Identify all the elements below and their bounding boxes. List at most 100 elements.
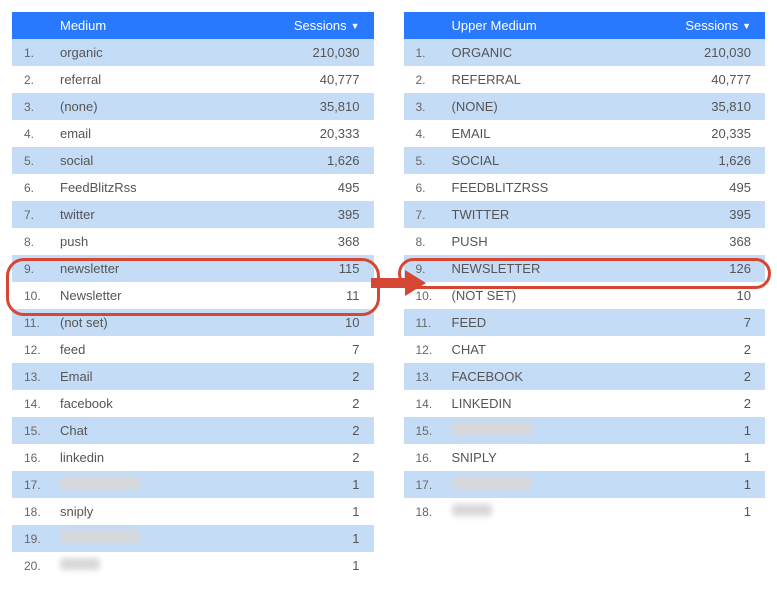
table-row[interactable]: 3.(NONE)35,810 bbox=[404, 93, 766, 120]
table-row[interactable]: 6.FeedBlitzRss495 bbox=[12, 174, 374, 201]
row-name: push bbox=[52, 228, 279, 255]
table-row[interactable]: 3.(none)35,810 bbox=[12, 93, 374, 120]
sessions-header[interactable]: Sessions ▼ bbox=[670, 12, 765, 39]
table-row[interactable]: 13.FACEBOOK2 bbox=[404, 363, 766, 390]
row-sessions: 1 bbox=[279, 525, 374, 552]
table-row[interactable]: 8.PUSH368 bbox=[404, 228, 766, 255]
sessions-header-label: Sessions bbox=[685, 18, 738, 33]
table-row[interactable]: 9.NEWSLETTER126 bbox=[404, 255, 766, 282]
table-row[interactable]: 17.1 bbox=[404, 471, 766, 498]
row-rank: 15. bbox=[404, 418, 444, 444]
table-row[interactable]: 4.email20,333 bbox=[12, 120, 374, 147]
table-row[interactable]: 14.facebook2 bbox=[12, 390, 374, 417]
table-row[interactable]: 9.newsletter115 bbox=[12, 255, 374, 282]
row-sessions: 368 bbox=[279, 228, 374, 255]
table-row[interactable]: 2.referral40,777 bbox=[12, 66, 374, 93]
row-sessions: 210,030 bbox=[279, 39, 374, 66]
row-rank: 9. bbox=[12, 256, 52, 282]
redacted-text bbox=[452, 423, 532, 435]
row-name bbox=[52, 471, 279, 498]
row-sessions: 2 bbox=[670, 363, 765, 390]
row-name: feed bbox=[52, 336, 279, 363]
row-name: Newsletter bbox=[52, 282, 279, 309]
row-name: TWITTER bbox=[444, 201, 671, 228]
row-name: (NONE) bbox=[444, 93, 671, 120]
row-rank: 16. bbox=[404, 445, 444, 471]
table-row[interactable]: 19.1 bbox=[12, 525, 374, 552]
table-row[interactable]: 1.organic210,030 bbox=[12, 39, 374, 66]
table-row[interactable]: 10.(NOT SET)10 bbox=[404, 282, 766, 309]
row-sessions: 40,777 bbox=[670, 66, 765, 93]
row-sessions: 395 bbox=[670, 201, 765, 228]
table-row[interactable]: 16.linkedin2 bbox=[12, 444, 374, 471]
row-sessions: 2 bbox=[670, 390, 765, 417]
row-rank: 11. bbox=[12, 310, 52, 336]
row-rank: 2. bbox=[404, 67, 444, 93]
row-rank: 10. bbox=[404, 283, 444, 309]
row-name: FACEBOOK bbox=[444, 363, 671, 390]
redacted-text bbox=[60, 558, 100, 570]
row-sessions: 495 bbox=[279, 174, 374, 201]
table-row[interactable]: 20.1 bbox=[12, 552, 374, 579]
row-sessions: 35,810 bbox=[279, 93, 374, 120]
row-rank: 5. bbox=[12, 148, 52, 174]
table-row[interactable]: 15.Chat2 bbox=[12, 417, 374, 444]
row-rank: 18. bbox=[404, 499, 444, 525]
table-row[interactable]: 11.FEED7 bbox=[404, 309, 766, 336]
row-rank: 6. bbox=[404, 175, 444, 201]
row-sessions: 11 bbox=[279, 282, 374, 309]
sort-desc-icon: ▼ bbox=[742, 21, 751, 31]
table-row[interactable]: 14.LINKEDIN2 bbox=[404, 390, 766, 417]
table-row[interactable]: 12.feed7 bbox=[12, 336, 374, 363]
table-row[interactable]: 17.1 bbox=[12, 471, 374, 498]
row-name: Email bbox=[52, 363, 279, 390]
row-sessions: 1,626 bbox=[670, 147, 765, 174]
table-row[interactable]: 1.ORGANIC210,030 bbox=[404, 39, 766, 66]
row-name: SOCIAL bbox=[444, 147, 671, 174]
row-sessions: 1 bbox=[279, 471, 374, 498]
row-rank: 1. bbox=[404, 40, 444, 66]
table-row[interactable]: 12.CHAT2 bbox=[404, 336, 766, 363]
sort-desc-icon: ▼ bbox=[351, 21, 360, 31]
sessions-header[interactable]: Sessions ▼ bbox=[279, 12, 374, 39]
row-sessions: 1 bbox=[670, 471, 765, 498]
row-name: FEEDBLITZRSS bbox=[444, 174, 671, 201]
row-sessions: 2 bbox=[279, 444, 374, 471]
row-sessions: 115 bbox=[279, 255, 374, 282]
row-name: twitter bbox=[52, 201, 279, 228]
row-sessions: 2 bbox=[279, 390, 374, 417]
row-name: REFERRAL bbox=[444, 66, 671, 93]
row-name: (NOT SET) bbox=[444, 282, 671, 309]
table-row[interactable]: 5.social1,626 bbox=[12, 147, 374, 174]
row-name: (not set) bbox=[52, 309, 279, 336]
row-sessions: 1 bbox=[670, 417, 765, 444]
table-row[interactable]: 4.EMAIL20,335 bbox=[404, 120, 766, 147]
table-row[interactable]: 18.1 bbox=[404, 498, 766, 525]
table-row[interactable]: 7.twitter395 bbox=[12, 201, 374, 228]
table-row[interactable]: 5.SOCIAL1,626 bbox=[404, 147, 766, 174]
row-sessions: 20,335 bbox=[670, 120, 765, 147]
row-name: social bbox=[52, 147, 279, 174]
row-rank: 15. bbox=[12, 418, 52, 444]
table-row[interactable]: 11.(not set)10 bbox=[12, 309, 374, 336]
name-header[interactable]: Medium bbox=[52, 12, 279, 39]
table-row[interactable]: 8.push368 bbox=[12, 228, 374, 255]
row-sessions: 2 bbox=[279, 417, 374, 444]
table-row[interactable]: 16.SNIPLY1 bbox=[404, 444, 766, 471]
table-row[interactable]: 18.sniply1 bbox=[12, 498, 374, 525]
row-rank: 4. bbox=[404, 121, 444, 147]
table-row[interactable]: 13.Email2 bbox=[12, 363, 374, 390]
row-rank: 13. bbox=[12, 364, 52, 390]
name-header[interactable]: Upper Medium bbox=[444, 12, 671, 39]
row-name: referral bbox=[52, 66, 279, 93]
redacted-text bbox=[452, 477, 532, 489]
row-sessions: 126 bbox=[670, 255, 765, 282]
row-name: NEWSLETTER bbox=[444, 255, 671, 282]
table-row[interactable]: 2.REFERRAL40,777 bbox=[404, 66, 766, 93]
row-sessions: 35,810 bbox=[670, 93, 765, 120]
table-row[interactable]: 15.1 bbox=[404, 417, 766, 444]
table-row[interactable]: 7.TWITTER395 bbox=[404, 201, 766, 228]
table-row[interactable]: 6.FEEDBLITZRSS495 bbox=[404, 174, 766, 201]
table-row[interactable]: 10.Newsletter11 bbox=[12, 282, 374, 309]
row-name: linkedin bbox=[52, 444, 279, 471]
